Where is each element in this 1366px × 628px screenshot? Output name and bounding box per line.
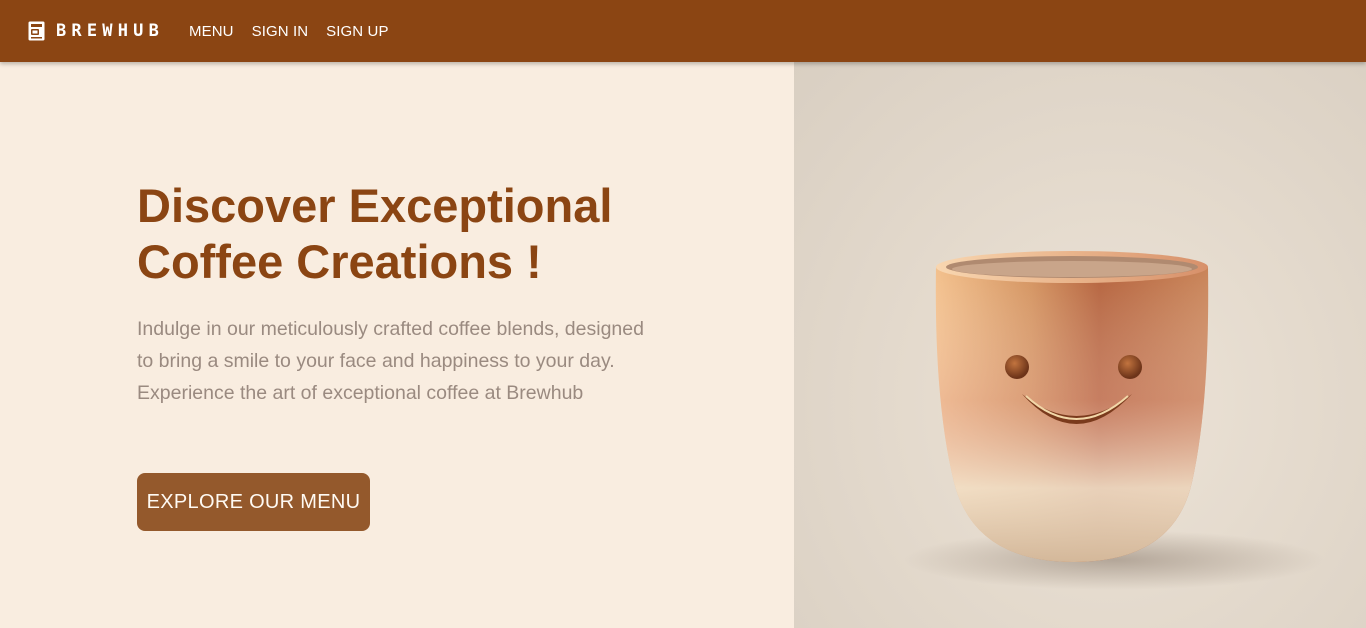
brand-name: BREWHUB	[56, 21, 165, 41]
coffee-machine-icon	[28, 21, 45, 41]
top-navbar: BREWHUB MENU SIGN IN SIGN UP	[0, 0, 1366, 62]
explore-menu-button[interactable]: EXPLORE OUR MENU	[137, 473, 370, 531]
hero-title-line-2: Coffee Creations !	[137, 235, 542, 288]
hero-description: Indulge in our meticulously crafted coff…	[137, 318, 644, 404]
brand-logo-link[interactable]: BREWHUB	[28, 21, 164, 41]
hero-title: Discover Exceptional Coffee Creations !	[137, 178, 757, 290]
nav-link-menu[interactable]: MENU	[189, 23, 234, 40]
hero-title-line-1: Discover Exceptional	[137, 179, 613, 232]
nav-link-sign-in[interactable]: SIGN IN	[252, 23, 309, 40]
hero-image-smiling-cup	[794, 62, 1366, 628]
nav-link-sign-up[interactable]: SIGN UP	[326, 23, 388, 40]
cup-right-eye	[1118, 355, 1142, 379]
cup-left-eye	[1005, 355, 1029, 379]
nav-links: MENU SIGN IN SIGN UP	[189, 23, 407, 40]
